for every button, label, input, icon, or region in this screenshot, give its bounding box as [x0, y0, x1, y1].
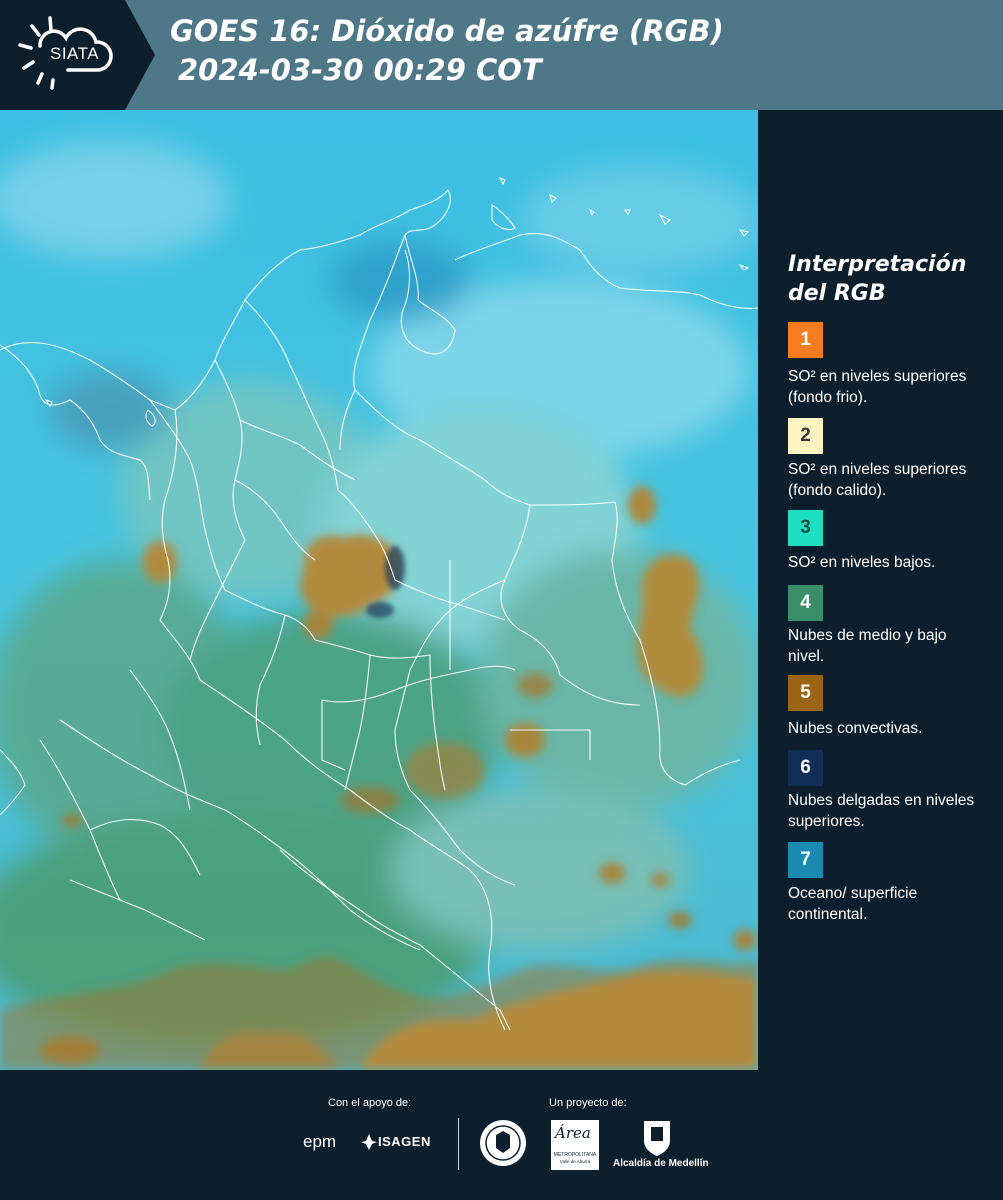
legend-swatch-1: 1	[788, 322, 823, 358]
footer-divider	[458, 1118, 459, 1170]
map-title: GOES 16: Dióxido de azúfre (RGB)	[170, 14, 724, 48]
legend-swatch-4: 4	[788, 585, 823, 621]
area-metropolitana-logo: Área METROPOLITANA Valle de Aburrá	[551, 1120, 599, 1170]
legend-swatch-5: 5	[788, 675, 823, 711]
legend-text-4: Nubes de medio y bajo nivel.	[788, 627, 947, 665]
legend-swatch-2: 2	[788, 418, 823, 454]
isagen-logo-text: ISAGEN	[378, 1134, 431, 1149]
area-logo-sub: Valle de Aburrá	[559, 1159, 591, 1164]
legend-text-7: Oceano/ superficie continental.	[788, 885, 918, 923]
university-seal-icon	[480, 1120, 526, 1166]
epm-logo-text: epm	[303, 1132, 337, 1151]
map-datetime: 2024-03-30 00:29 COT	[178, 53, 542, 87]
support-label: Con el apoyo de:	[328, 1097, 412, 1109]
footer: Con el apoyo de: Un proyecto de: epm ISA…	[0, 1070, 1003, 1200]
legend-panel: Interpretación del RGB 1 SO² en niveles …	[758, 110, 1003, 1070]
legend-title: Interpretación del RGB	[788, 252, 967, 306]
legend-text-2: SO² en niveles superiores (fondo calido)…	[788, 461, 967, 499]
legend-text-5: Nubes convectivas.	[788, 720, 923, 737]
siata-logo: SIATA	[0, 0, 155, 110]
legend-text-1: SO² en niveles superiores (fondo frio).	[788, 368, 967, 406]
legend-swatch-6: 6	[788, 750, 823, 786]
epm-logo: epm	[303, 1132, 336, 1152]
legend-text-6: Nubes delgadas en niveles superiores.	[788, 792, 975, 830]
project-label: Un proyecto de:	[549, 1097, 627, 1109]
header-bar: SIATA GOES 16: Dióxido de azúfre (RGB) 2…	[0, 0, 1003, 110]
legend-text-3: SO² en niveles bajos.	[788, 554, 936, 571]
alcaldia-shield-icon	[644, 1121, 670, 1156]
alcaldia-label: Alcaldía de Medellín	[613, 1158, 709, 1169]
satellite-map	[0, 110, 758, 1070]
area-logo-name: METROPOLITANA	[553, 1152, 597, 1158]
legend-swatch-3: 3	[788, 510, 823, 546]
isagen-mark-icon	[361, 1134, 377, 1150]
area-logo-script: Área	[555, 1124, 591, 1142]
logo-text: SIATA	[50, 44, 100, 63]
legend-swatch-7: 7	[788, 842, 823, 878]
